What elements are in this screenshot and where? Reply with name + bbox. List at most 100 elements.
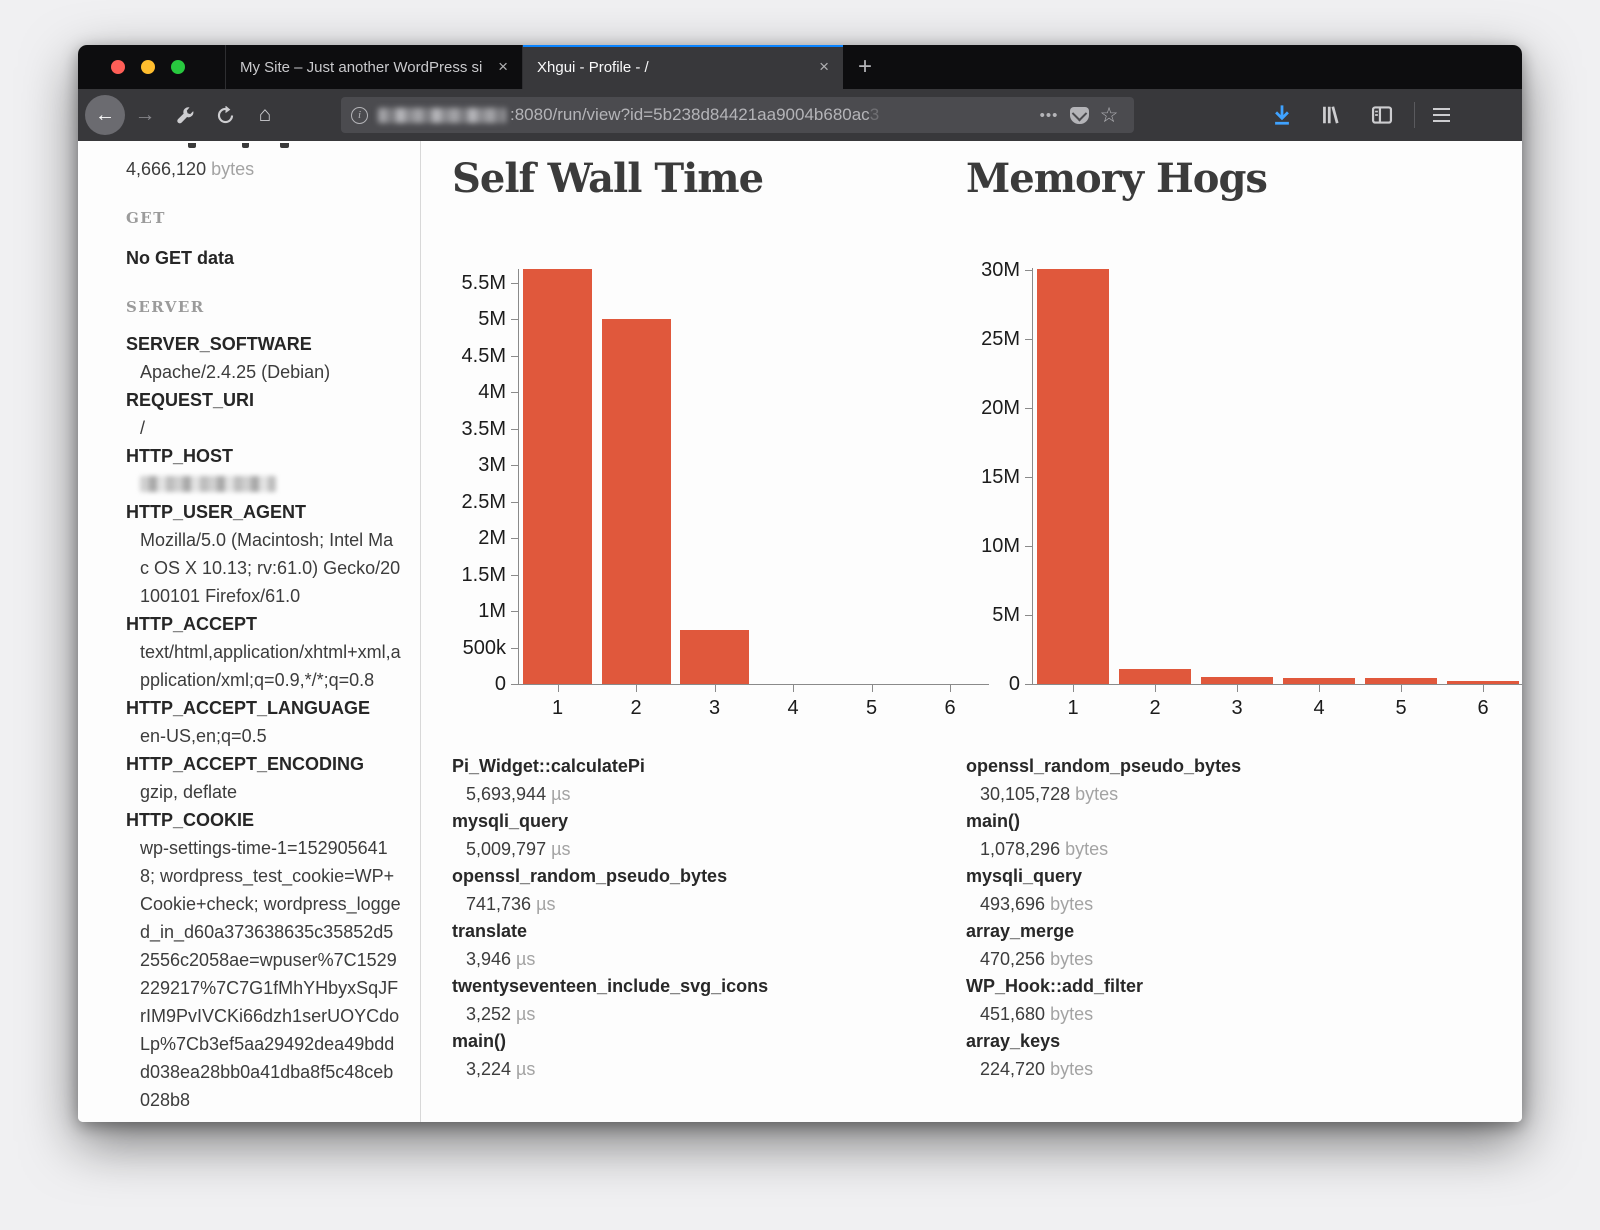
x-tick-mark bbox=[1319, 685, 1320, 692]
y-tick-mark bbox=[1025, 684, 1032, 685]
memory-number: 4,666,120 bbox=[126, 159, 206, 179]
window-controls bbox=[78, 45, 225, 89]
ranking-function-name: main() bbox=[452, 1028, 952, 1055]
x-tick-mark bbox=[1073, 685, 1074, 692]
y-tick-mark bbox=[1025, 339, 1032, 340]
ranking-unit: bytes bbox=[1050, 1004, 1093, 1024]
x-tick-label: 2 bbox=[616, 698, 656, 718]
wrench-icon[interactable] bbox=[165, 97, 205, 133]
y-tick-label: 30M bbox=[940, 260, 1020, 280]
browser-window: My Site – Just another WordPress si × Xh… bbox=[78, 45, 1522, 1122]
page-content[interactable]: 4,666,120 bytes GET No GET data SERVER S… bbox=[78, 141, 1522, 1122]
tab-wordpress-site[interactable]: My Site – Just another WordPress si × bbox=[225, 45, 523, 89]
x-axis-line bbox=[1032, 684, 1522, 685]
y-tick-mark bbox=[511, 465, 518, 466]
y-tick-label: 1M bbox=[426, 601, 506, 621]
sidebar-toggle-icon bbox=[1371, 104, 1393, 126]
server-var-key: HTTP_COOKIE bbox=[126, 806, 402, 834]
x-tick-mark bbox=[872, 685, 873, 692]
x-tick-label: 3 bbox=[695, 698, 735, 718]
ranking-unit: µs bbox=[516, 1059, 535, 1079]
back-button[interactable]: ← bbox=[85, 95, 125, 135]
ranking-value: 224,720 bytes bbox=[980, 1055, 1466, 1083]
tab-close-icon[interactable]: × bbox=[494, 57, 512, 77]
bar-4 bbox=[1283, 678, 1355, 684]
new-tab-button[interactable]: + bbox=[843, 45, 887, 89]
url-bar[interactable]: i :8080/run/view?id=5b238d84421aa9004b68… bbox=[341, 97, 1134, 133]
site-info-icon[interactable]: i bbox=[351, 107, 368, 124]
y-tick-label: 3.5M bbox=[426, 419, 506, 439]
ranking-number: 3,946 bbox=[466, 949, 516, 969]
x-tick-label: 1 bbox=[538, 698, 578, 718]
x-tick-mark bbox=[1483, 685, 1484, 692]
pocket-icon[interactable] bbox=[1064, 100, 1094, 130]
y-tick-mark bbox=[511, 684, 518, 685]
tab-close-icon[interactable]: × bbox=[815, 57, 833, 77]
blurred-hostname bbox=[378, 108, 506, 123]
y-tick-label: 5M bbox=[426, 309, 506, 329]
tab-title: Xhgui - Profile - / bbox=[537, 59, 815, 76]
ranking-unit: µs bbox=[551, 839, 570, 859]
ranking-unit: µs bbox=[516, 949, 535, 969]
ranking-unit: bytes bbox=[1075, 784, 1118, 804]
bar-3 bbox=[680, 630, 749, 684]
y-tick-mark bbox=[511, 429, 518, 430]
y-axis-line bbox=[518, 269, 519, 685]
wrench-glyph bbox=[176, 106, 195, 125]
y-tick-label: 2M bbox=[426, 528, 506, 548]
y-tick-label: 2.5M bbox=[426, 492, 506, 512]
download-arrow-icon bbox=[1271, 104, 1293, 126]
sidebar-toggle-button[interactable] bbox=[1364, 97, 1400, 133]
downloads-button[interactable] bbox=[1264, 97, 1300, 133]
forward-button[interactable]: → bbox=[125, 97, 165, 133]
library-button[interactable] bbox=[1314, 97, 1350, 133]
y-tick-label: 4M bbox=[426, 382, 506, 402]
x-tick-mark bbox=[636, 685, 637, 692]
reload-button[interactable] bbox=[205, 97, 245, 133]
bar-6 bbox=[1447, 681, 1519, 684]
close-window-button[interactable] bbox=[111, 60, 125, 74]
no-get-data-label: No GET data bbox=[126, 244, 402, 272]
ranking-value: 470,256 bytes bbox=[980, 945, 1466, 973]
home-icon: ⌂ bbox=[259, 103, 272, 127]
y-tick-mark bbox=[511, 319, 518, 320]
y-tick-label: 20M bbox=[940, 398, 1020, 418]
y-tick-mark bbox=[511, 502, 518, 503]
ranking-value: 3,946 µs bbox=[466, 945, 952, 973]
ranking-value: 741,736 µs bbox=[466, 890, 952, 918]
tab-bar: My Site – Just another WordPress si × Xh… bbox=[78, 45, 1522, 89]
tab-xhgui-profile[interactable]: Xhgui - Profile - / × bbox=[523, 45, 843, 89]
x-tick-label: 5 bbox=[852, 698, 892, 718]
forward-arrow-icon: → bbox=[135, 103, 156, 127]
y-tick-mark bbox=[511, 648, 518, 649]
ranking-function-name: main() bbox=[966, 808, 1466, 835]
server-var-key: HTTP_ACCEPT bbox=[126, 610, 402, 638]
ranking-function-name: openssl_random_pseudo_bytes bbox=[452, 863, 952, 890]
y-tick-label: 1.5M bbox=[426, 565, 506, 585]
ranking-function-name: array_keys bbox=[966, 1028, 1466, 1055]
ranking-value: 5,693,944 µs bbox=[466, 780, 952, 808]
x-tick-label: 2 bbox=[1135, 698, 1175, 718]
run-details-sidebar: 4,666,120 bytes GET No GET data SERVER S… bbox=[78, 141, 420, 1122]
minimize-window-button[interactable] bbox=[141, 60, 155, 74]
y-tick-label: 15M bbox=[940, 467, 1020, 487]
ranking-number: 30,105,728 bbox=[980, 784, 1075, 804]
home-button[interactable]: ⌂ bbox=[245, 97, 285, 133]
ranking-value: 1,078,296 bytes bbox=[980, 835, 1466, 863]
ranking-unit: µs bbox=[551, 784, 570, 804]
ranking-unit: bytes bbox=[1065, 839, 1108, 859]
y-tick-label: 0 bbox=[940, 674, 1020, 694]
zoom-window-button[interactable] bbox=[171, 60, 185, 74]
ranking-number: 5,009,797 bbox=[466, 839, 551, 859]
x-tick-label: 3 bbox=[1217, 698, 1257, 718]
pocket-glyph bbox=[1070, 107, 1089, 124]
ranking-function-name: twentyseventeen_include_svg_icons bbox=[452, 973, 952, 1000]
server-var-value: Apache/2.4.25 (Debian) bbox=[140, 358, 402, 386]
ranking-value: 3,252 µs bbox=[466, 1000, 952, 1028]
y-tick-label: 0 bbox=[426, 674, 506, 694]
page-actions-icon[interactable]: ••• bbox=[1034, 100, 1064, 130]
menu-button[interactable] bbox=[1423, 97, 1459, 133]
x-tick-label: 5 bbox=[1381, 698, 1421, 718]
y-tick-label: 25M bbox=[940, 329, 1020, 349]
bookmark-star-icon[interactable]: ☆ bbox=[1094, 100, 1124, 130]
